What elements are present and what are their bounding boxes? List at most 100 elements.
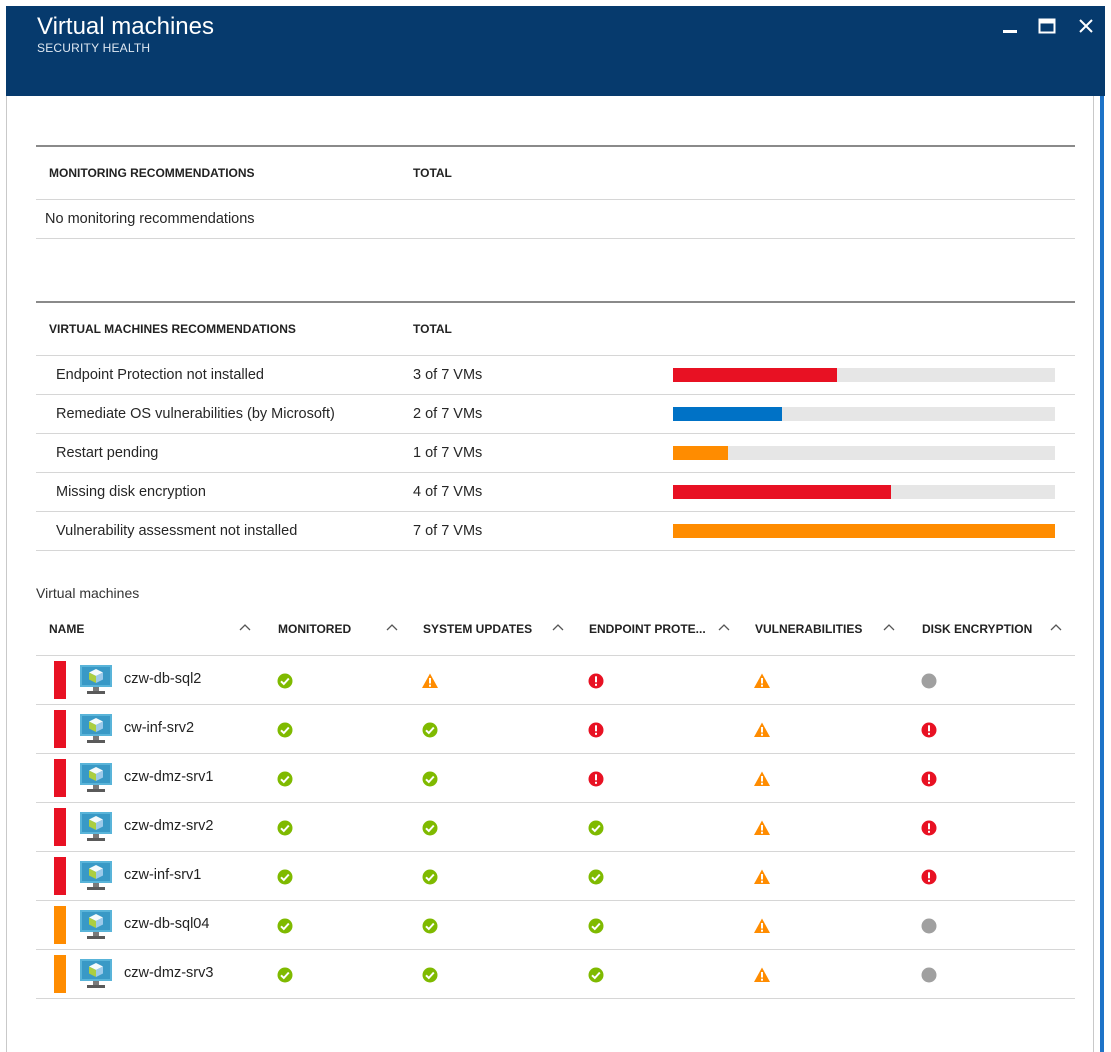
vm-list-caption: Virtual machines <box>36 585 140 601</box>
sort-icon[interactable] <box>384 619 400 635</box>
check-circle-icon <box>277 722 293 738</box>
recommendation-row[interactable]: Missing disk encryption 4 of 7 VMs <box>36 473 1075 512</box>
vm-name: czw-db-sql04 <box>124 916 210 932</box>
chevron-up-icon <box>386 624 398 631</box>
column-header-endpoint-protection[interactable]: ENDPOINT PROTE... <box>589 622 706 636</box>
recommendation-progress-fill <box>673 524 1055 538</box>
warning-icon <box>754 673 770 688</box>
vm-row[interactable]: czw-dmz-srv2 <box>36 803 1075 852</box>
recommendation-total: 7 of 7 VMs <box>413 523 483 539</box>
severity-indicator <box>54 906 66 944</box>
vm-row[interactable]: czw-dmz-srv3 <box>36 950 1075 999</box>
vm-name: czw-dmz-srv1 <box>124 769 214 785</box>
vulnerabilities-status <box>753 868 771 886</box>
monitored-status <box>276 966 294 984</box>
not-applicable-icon <box>921 967 937 983</box>
column-header-system-updates[interactable]: SYSTEM UPDATES <box>423 622 532 636</box>
vm-row[interactable]: czw-db-sql2 <box>36 656 1075 705</box>
severity-indicator <box>54 808 66 846</box>
recommendation-total: 4 of 7 VMs <box>413 484 483 500</box>
error-icon <box>588 771 604 787</box>
monitored-status <box>276 868 294 886</box>
recommendation-progress-fill <box>673 485 892 499</box>
check-circle-icon <box>422 771 438 787</box>
system-updates-status <box>421 721 439 739</box>
vm-row[interactable]: czw-db-sql04 <box>36 901 1075 950</box>
vm-table: NAME MONITORED SYSTEM UPDATES ENDPOINT P… <box>36 605 1075 999</box>
vm-row[interactable]: cw-inf-srv2 <box>36 705 1075 754</box>
check-circle-icon <box>277 967 293 983</box>
column-header-disk-encryption[interactable]: DISK ENCRYPTION <box>922 622 1032 636</box>
maximize-button[interactable] <box>1035 14 1059 38</box>
blade-title: Virtual machines <box>37 13 214 40</box>
check-circle-icon <box>277 820 293 836</box>
recommendation-progress-bar <box>673 524 1055 538</box>
recommendation-row[interactable]: Restart pending 1 of 7 VMs <box>36 434 1075 473</box>
check-circle-icon <box>588 967 604 983</box>
disk-encryption-status <box>920 917 938 935</box>
recommendation-progress-bar <box>673 368 1055 382</box>
endpoint-protection-status <box>587 770 605 788</box>
vm-recommendations-name-header: VIRTUAL MACHINES RECOMMENDATIONS <box>49 322 296 336</box>
chevron-up-icon <box>1050 624 1062 631</box>
sort-icon[interactable] <box>881 619 897 635</box>
disk-encryption-status <box>920 819 938 837</box>
sort-icon[interactable] <box>237 619 253 635</box>
system-updates-status <box>421 966 439 984</box>
check-circle-icon <box>422 722 438 738</box>
check-circle-icon <box>277 869 293 885</box>
virtual-machine-icon <box>80 959 112 988</box>
recommendation-row[interactable]: Vulnerability assessment not installed 7 … <box>36 512 1075 551</box>
sort-icon[interactable] <box>550 619 566 635</box>
vm-row[interactable]: czw-dmz-srv1 <box>36 754 1075 803</box>
vm-recommendations-header-row: VIRTUAL MACHINES RECOMMENDATIONS TOTAL <box>36 303 1075 356</box>
virtual-machine-icon <box>80 665 112 694</box>
monitored-status <box>276 917 294 935</box>
recommendation-name: Missing disk encryption <box>56 484 206 500</box>
recommendation-row[interactable]: Remediate OS vulnerabilities (by Microso… <box>36 395 1075 434</box>
column-header-name[interactable]: NAME <box>49 622 84 636</box>
system-updates-status <box>421 917 439 935</box>
check-circle-icon <box>422 918 438 934</box>
recommendation-total: 2 of 7 VMs <box>413 406 483 422</box>
vm-row[interactable]: czw-inf-srv1 <box>36 852 1075 901</box>
error-icon <box>921 722 937 738</box>
sort-icon[interactable] <box>716 619 732 635</box>
close-button[interactable] <box>1074 14 1098 38</box>
sort-icon[interactable] <box>1048 619 1064 635</box>
error-icon <box>921 869 937 885</box>
endpoint-protection-status <box>587 966 605 984</box>
not-applicable-icon <box>921 673 937 689</box>
vulnerabilities-status <box>753 819 771 837</box>
column-header-monitored[interactable]: MONITORED <box>278 622 351 636</box>
recommendation-progress-bar <box>673 407 1055 421</box>
check-circle-icon <box>422 820 438 836</box>
severity-indicator <box>54 759 66 797</box>
check-circle-icon <box>588 918 604 934</box>
minimize-button[interactable] <box>998 14 1022 38</box>
warning-icon <box>754 722 770 737</box>
warning-icon <box>754 918 770 933</box>
vm-name: czw-inf-srv1 <box>124 867 202 883</box>
warning-icon <box>754 869 770 884</box>
monitoring-empty-message: No monitoring recommendations <box>36 200 1075 239</box>
recommendation-name: Endpoint Protection not installed <box>56 367 264 383</box>
chevron-up-icon <box>718 624 730 631</box>
recommendation-name: Restart pending <box>56 445 159 461</box>
system-updates-status <box>421 672 439 690</box>
recommendation-row[interactable]: Endpoint Protection not installed 3 of 7 … <box>36 356 1075 395</box>
close-icon <box>1079 19 1093 33</box>
recommendation-name: Remediate OS vulnerabilities (by Microso… <box>56 406 335 422</box>
recommendation-total: 1 of 7 VMs <box>413 445 483 461</box>
check-circle-icon <box>422 967 438 983</box>
virtual-machine-icon <box>80 812 112 841</box>
endpoint-protection-status <box>587 819 605 837</box>
check-circle-icon <box>588 820 604 836</box>
vulnerabilities-status <box>753 672 771 690</box>
recommendation-progress-bar <box>673 485 1055 499</box>
recommendation-progress-fill <box>673 407 783 421</box>
monitored-status <box>276 721 294 739</box>
scroll-accent <box>1100 6 1104 1052</box>
column-header-vulnerabilities[interactable]: VULNERABILITIES <box>755 622 862 636</box>
vm-name: cw-inf-srv2 <box>124 720 195 736</box>
